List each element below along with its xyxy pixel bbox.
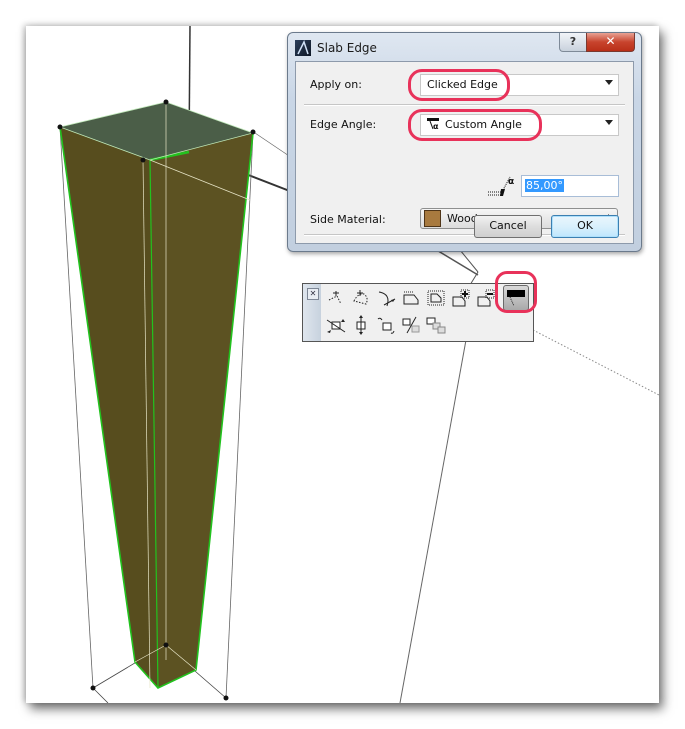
slab-edge-dialog: Slab Edge ? ✕ Apply on: Clicked Edge Edg… bbox=[287, 32, 642, 252]
dotted-guide bbox=[532, 329, 659, 396]
hotspot bbox=[223, 695, 229, 701]
close-button[interactable]: ✕ bbox=[586, 33, 635, 52]
hotspot bbox=[163, 642, 169, 648]
slab-left-face bbox=[60, 127, 158, 688]
hotspot bbox=[90, 685, 96, 691]
ok-button[interactable]: OK bbox=[551, 215, 619, 238]
svg-text:α: α bbox=[508, 177, 514, 187]
slab-right-face bbox=[150, 133, 253, 688]
rotate-edge-icon[interactable] bbox=[350, 287, 372, 309]
hotspot bbox=[57, 124, 63, 130]
help-button[interactable]: ? bbox=[559, 33, 587, 52]
subtract-from-polygon-icon[interactable] bbox=[475, 287, 497, 309]
archicad-logo-icon bbox=[295, 40, 311, 56]
dialog-title: Slab Edge bbox=[317, 41, 377, 55]
hotspot bbox=[163, 99, 169, 105]
offset-edge-icon[interactable] bbox=[325, 287, 347, 309]
angle-value: 85,00° bbox=[525, 179, 564, 192]
side-material-label: Side Material: bbox=[310, 213, 386, 226]
palette-grip[interactable]: ✕ bbox=[303, 284, 321, 341]
rotate-3d-icon[interactable] bbox=[375, 314, 397, 336]
dialog-titlebar[interactable]: Slab Edge ? ✕ bbox=[288, 33, 641, 61]
elevate-icon[interactable] bbox=[350, 314, 372, 336]
add-to-polygon-icon[interactable] bbox=[450, 287, 472, 309]
angle-icon: α bbox=[488, 174, 518, 196]
edge-angle-label: Edge Angle: bbox=[310, 118, 377, 131]
palette-close-button[interactable]: ✕ bbox=[307, 288, 319, 300]
guide-line bbox=[399, 339, 467, 703]
divider bbox=[304, 104, 625, 106]
angle-input[interactable]: 85,00° bbox=[521, 175, 619, 197]
drag-elevate-icon[interactable] bbox=[325, 314, 347, 336]
highlight-circle bbox=[408, 109, 542, 141]
hotspot bbox=[250, 129, 256, 135]
highlight-circle bbox=[408, 69, 510, 101]
wire-line bbox=[92, 687, 109, 703]
highlight-circle bbox=[495, 271, 537, 313]
chevron-down-icon bbox=[605, 120, 613, 125]
apply-on-label: Apply on: bbox=[310, 78, 362, 91]
pet-palette: ✕ bbox=[302, 271, 537, 342]
offset-polygon-icon[interactable] bbox=[425, 287, 447, 309]
chevron-down-icon bbox=[605, 80, 613, 85]
offset-all-edges-icon[interactable] bbox=[400, 287, 422, 309]
material-swatch bbox=[424, 210, 441, 227]
multiply-icon[interactable] bbox=[425, 314, 447, 336]
split-icon[interactable] bbox=[400, 314, 422, 336]
cancel-button[interactable]: Cancel bbox=[474, 215, 542, 238]
hotspot bbox=[140, 157, 146, 163]
curve-edge-icon[interactable] bbox=[375, 287, 397, 309]
